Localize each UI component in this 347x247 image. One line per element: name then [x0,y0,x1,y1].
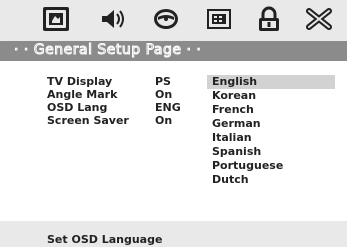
settings-panel: TV Display PS Angle Mark On OSD Lang ENG… [0,61,347,221]
language-option-german[interactable]: German [207,117,335,131]
setting-value: On [155,114,173,127]
settings-list: TV Display PS Angle Mark On OSD Lang ENG… [47,75,196,127]
setting-value: ENG [155,101,181,114]
general-setup-icon[interactable] [42,6,70,32]
lock-icon[interactable] [255,6,283,32]
status-text: Set OSD Language [47,233,163,246]
setting-osd-lang[interactable]: OSD Lang ENG [47,101,196,114]
language-options-list: English Korean French German Italian Spa… [207,75,335,187]
language-option-french[interactable]: French [207,103,335,117]
audio-speaker-icon[interactable] [97,6,125,32]
video-disc-icon[interactable] [152,6,180,32]
toolbar [0,0,347,38]
setting-label: Screen Saver [47,114,129,127]
page-title: · · General Setup Page · · [13,42,202,59]
setting-label: Angle Mark [47,88,118,101]
language-option-italian[interactable]: Italian [207,131,335,145]
status-bar: Set OSD Language [0,221,347,247]
setting-label: TV Display [47,75,113,88]
exit-icon[interactable] [305,6,333,32]
setting-value: PS [155,75,171,88]
setting-screen-saver[interactable]: Screen Saver On [47,114,196,127]
page-title-bar: · · General Setup Page · · [0,41,347,61]
setting-angle-mark[interactable]: Angle Mark On [47,88,196,101]
language-option-spanish[interactable]: Spanish [207,145,335,159]
language-option-dutch[interactable]: Dutch [207,173,335,187]
setting-label: OSD Lang [47,101,108,114]
language-option-korean[interactable]: Korean [207,89,335,103]
setting-value: On [155,88,173,101]
setting-tv-display[interactable]: TV Display PS [47,75,196,88]
language-option-portuguese[interactable]: Portuguese [207,159,335,173]
preference-icon[interactable] [205,6,233,32]
language-option-english[interactable]: English [207,75,335,89]
